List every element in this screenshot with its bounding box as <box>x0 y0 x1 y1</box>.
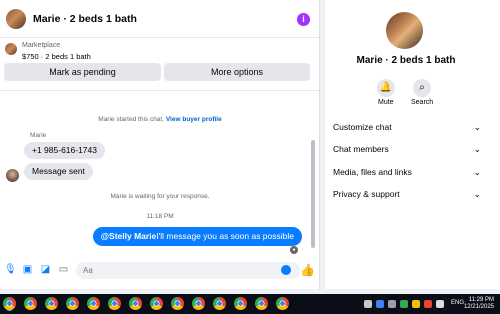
chat-started-text: Marie started this chat. <box>98 116 165 123</box>
bell-icon: 🔔 <box>379 82 393 93</box>
waiting-notice: Marie is waiting for your response. <box>110 193 210 200</box>
chevron-down-icon: ⌄ <box>473 189 481 199</box>
mute-label: Mute <box>378 99 394 106</box>
avatar[interactable] <box>6 8 26 29</box>
seen-avatar-icon: ● <box>290 246 298 254</box>
clock-date: 12/21/2025 <box>463 304 494 310</box>
chrome-icon[interactable] <box>87 297 100 310</box>
view-buyer-profile-link[interactable]: View buyer profile <box>166 116 222 123</box>
thumbs-up-icon[interactable]: 👍 <box>300 263 315 277</box>
chrome-icon[interactable] <box>213 297 226 310</box>
taskbar: ENG 11:29 PM 12/21/2025 <box>0 294 500 314</box>
microphone-icon[interactable]: 🎙 <box>4 264 17 275</box>
chevron-down-icon: ⌄ <box>473 144 481 154</box>
search-button[interactable]: ⌕ <box>413 79 431 97</box>
chrome-icon[interactable] <box>45 297 58 310</box>
chrome-icon[interactable] <box>108 297 121 310</box>
tray-app-icon[interactable] <box>388 300 396 308</box>
outgoing-text: I'll message you as soon as possible <box>156 231 294 241</box>
emoji-icon[interactable] <box>281 265 291 275</box>
tray-app-icon[interactable] <box>424 300 432 308</box>
mute-button[interactable]: 🔔 <box>377 79 395 97</box>
chrome-icon[interactable] <box>171 297 184 310</box>
clock-time: 11:29 PM <box>468 297 494 303</box>
chevron-down-icon: ⌄ <box>473 122 481 132</box>
listing-price[interactable]: $750 · 2 beds 1 bath <box>22 52 91 61</box>
mark-as-pending-button[interactable]: Mark as pending <box>4 63 161 81</box>
message-input[interactable] <box>76 262 300 279</box>
chrome-icon[interactable] <box>66 297 79 310</box>
menu-label: Customize chat <box>333 122 392 132</box>
gif-icon[interactable]: ▭ <box>58 264 69 275</box>
chat-panel: Marie · 2 beds 1 bath i Marketplace $750… <box>0 0 320 289</box>
chrome-icon[interactable] <box>255 297 268 310</box>
menu-customize-chat[interactable]: Customize chat ⌄ <box>333 118 481 136</box>
sticker-icon[interactable]: ◪ <box>40 264 51 275</box>
language-indicator[interactable]: ENG <box>451 300 464 306</box>
menu-media-files-links[interactable]: Media, files and links ⌄ <box>333 163 481 181</box>
tray-app-icon[interactable] <box>400 300 408 308</box>
menu-label: Media, files and links <box>333 167 412 177</box>
chat-title[interactable]: Marie · 2 beds 1 bath <box>33 13 137 25</box>
search-icon: ⌕ <box>419 82 425 93</box>
chat-header: Marie · 2 beds 1 bath i <box>0 0 320 38</box>
more-options-button[interactable]: More options <box>164 63 310 81</box>
menu-label: Chat members <box>333 144 389 154</box>
listing-source: Marketplace <box>22 42 61 49</box>
chrome-icon[interactable] <box>150 297 163 310</box>
photo-icon[interactable]: ▣ <box>22 264 33 275</box>
message-bubble-outgoing[interactable]: @Stelly MarieI'll message you as soon as… <box>92 227 302 246</box>
chat-started-notice: Marie started this chat. View buyer prof… <box>0 116 320 123</box>
chrome-icon[interactable] <box>276 297 289 310</box>
mention[interactable]: @Stelly Marie <box>101 231 157 241</box>
tray-chevron-icon[interactable] <box>364 300 372 308</box>
search-label: Search <box>411 99 434 106</box>
chrome-icon[interactable] <box>129 297 142 310</box>
conversation-details-panel: Marie · 2 beds 1 bath 🔔 Mute ⌕ Search Cu… <box>325 0 500 289</box>
message-timestamp: 11:18 PM <box>146 213 174 220</box>
clock[interactable]: 11:29 PM 12/21/2025 <box>464 297 494 311</box>
message-list[interactable]: Marie started this chat. View buyer prof… <box>0 90 320 258</box>
tray-app-icon[interactable] <box>376 300 384 308</box>
tray-app-icon[interactable] <box>412 300 420 308</box>
scrollbar[interactable] <box>311 140 315 248</box>
chevron-down-icon: ⌄ <box>473 167 481 177</box>
chrome-icon[interactable] <box>234 297 247 310</box>
avatar[interactable] <box>6 169 19 182</box>
chrome-icon[interactable] <box>3 297 16 310</box>
avatar[interactable] <box>386 12 423 49</box>
chrome-icon[interactable] <box>24 297 37 310</box>
listing-thumbnail[interactable] <box>5 43 17 55</box>
conversation-title: Marie · 2 beds 1 bath <box>356 55 456 66</box>
menu-label: Privacy & support <box>333 189 400 199</box>
message-bubble-phone[interactable]: +1 985-616-1743 <box>24 142 105 159</box>
chrome-icon[interactable] <box>192 297 205 310</box>
message-bubble-sent-notice[interactable]: Message sent <box>24 163 93 180</box>
network-icon[interactable] <box>436 300 444 308</box>
menu-privacy-support[interactable]: Privacy & support ⌄ <box>333 185 481 203</box>
sender-name: Marie <box>30 132 47 139</box>
menu-chat-members[interactable]: Chat members ⌄ <box>333 140 481 158</box>
info-icon[interactable]: i <box>297 13 310 26</box>
